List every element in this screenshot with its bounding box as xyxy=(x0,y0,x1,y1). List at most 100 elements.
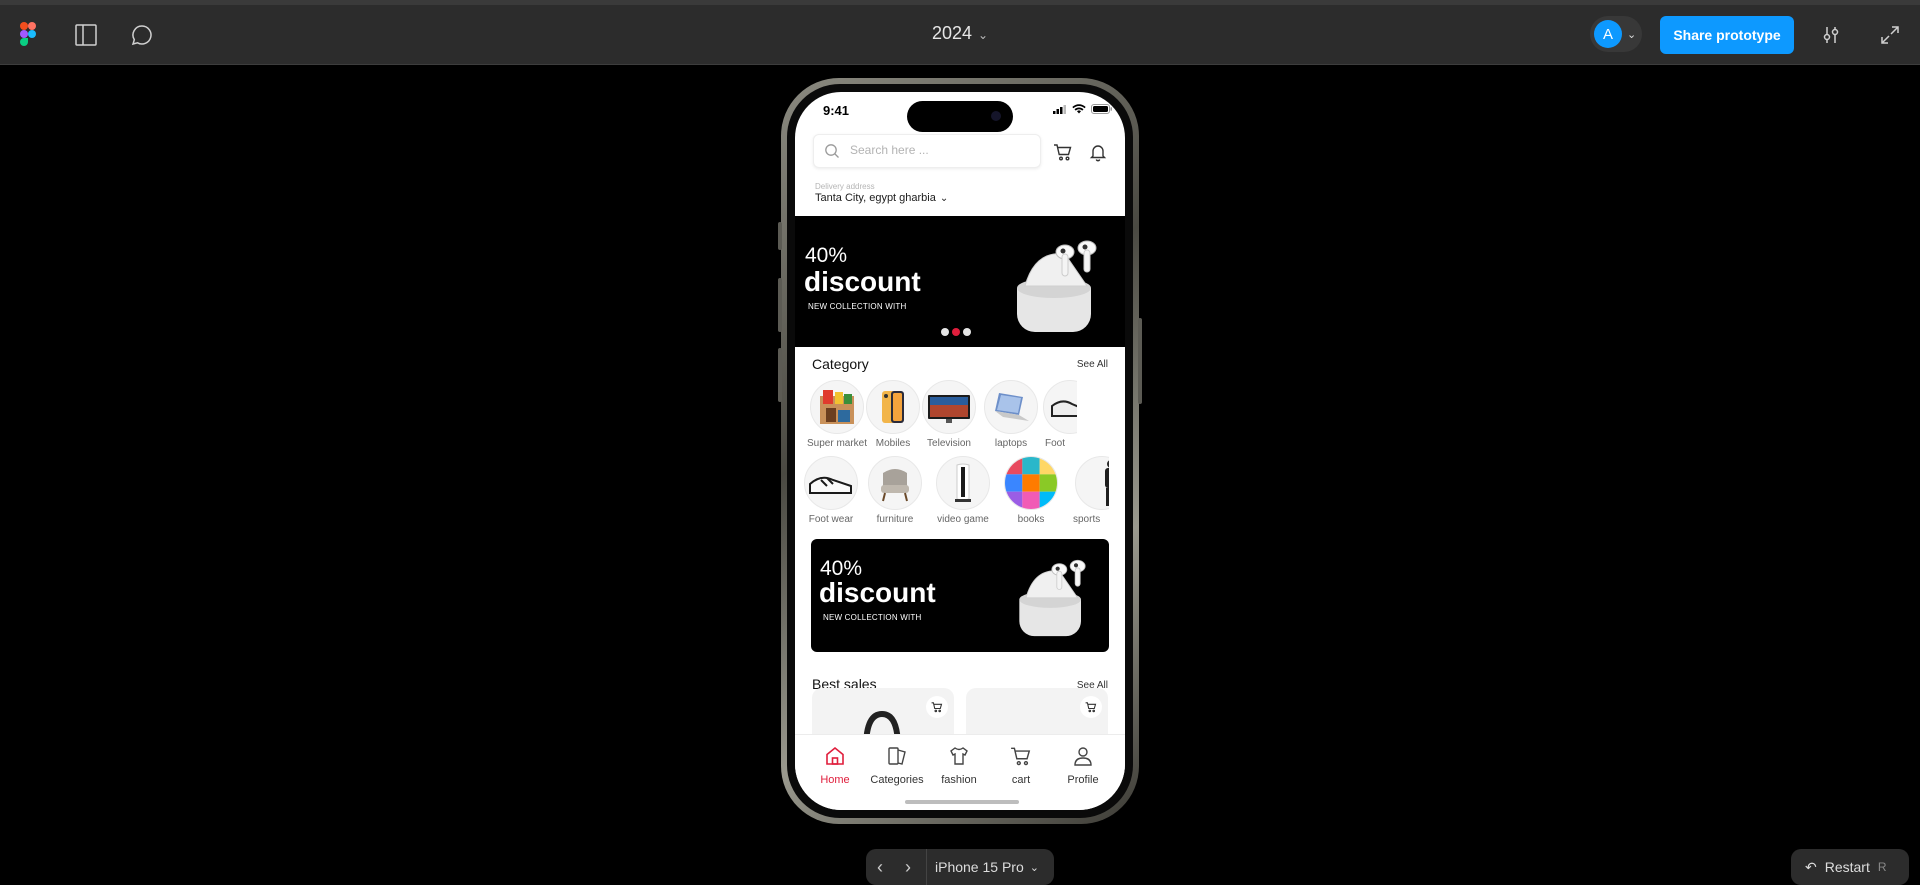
avatar[interactable]: A xyxy=(1594,20,1622,48)
figma-logo-icon[interactable] xyxy=(20,22,36,46)
chevron-down-icon[interactable]: ⌄ xyxy=(1627,28,1636,41)
category-label: Television xyxy=(927,438,971,449)
mobiles-image xyxy=(866,380,920,434)
category-label: Foot wear xyxy=(808,514,854,525)
bottom-tab-bar: Home Categories fashion cart Profile xyxy=(795,734,1125,810)
signal-icon xyxy=(1053,104,1066,114)
tab-label: Categories xyxy=(870,774,924,786)
promo-subtitle: NEW COLLECTION WITH xyxy=(823,613,922,622)
share-prototype-button[interactable]: Share prototype xyxy=(1660,16,1794,54)
user-icon xyxy=(1074,747,1092,766)
category-item-mobiles[interactable]: Mobiles xyxy=(862,380,924,449)
sidebar-toggle-icon[interactable] xyxy=(75,24,97,46)
settings-sliders-icon[interactable] xyxy=(1821,25,1841,45)
categories-icon xyxy=(888,747,906,765)
promo-banner[interactable]: 40% discount NEW COLLECTION WITH xyxy=(811,539,1109,652)
add-to-cart-button[interactable] xyxy=(1080,696,1102,718)
cart-icon[interactable] xyxy=(1053,142,1073,167)
category-item-sports[interactable]: sports xyxy=(1071,456,1109,525)
home-icon xyxy=(826,746,844,765)
category-label: Super market xyxy=(806,438,868,449)
status-icons xyxy=(1053,104,1113,114)
super-market-image xyxy=(810,380,864,434)
category-item-video-game[interactable]: video game xyxy=(932,456,994,525)
previous-frame-button[interactable]: ‹ xyxy=(866,857,894,878)
notification-bell-icon[interactable] xyxy=(1088,142,1108,167)
restart-button[interactable]: ↶ Restart R xyxy=(1791,849,1909,885)
phone-volume-up xyxy=(778,278,782,332)
category-item-television[interactable]: Television xyxy=(918,380,980,449)
status-time: 9:41 xyxy=(823,103,850,118)
carousel-dot-active[interactable] xyxy=(952,328,960,336)
tab-categories[interactable]: Categories xyxy=(866,745,928,786)
fullscreen-icon[interactable] xyxy=(1880,25,1900,45)
restart-icon: ↶ xyxy=(1805,858,1817,875)
carousel-dot[interactable] xyxy=(963,328,971,336)
next-frame-button[interactable]: › xyxy=(894,857,922,878)
furniture-image xyxy=(868,456,922,510)
user-menu[interactable]: A ⌄ xyxy=(1590,16,1642,52)
foot-image xyxy=(1043,380,1077,434)
sports-image xyxy=(1075,456,1109,510)
search-input[interactable] xyxy=(850,143,1030,157)
device-navigation: ‹ › iPhone 15 Pro ⌄ xyxy=(866,849,1054,885)
banner-headline: discount xyxy=(804,266,921,297)
category-title: Category xyxy=(812,356,869,372)
delivery-address-selector[interactable]: Tanta City, egypt gharbia ⌄ xyxy=(815,192,948,204)
tab-label: Profile xyxy=(1067,774,1099,786)
tab-home[interactable]: Home xyxy=(804,745,866,786)
category-label: laptops xyxy=(994,438,1028,449)
cart-icon xyxy=(1011,747,1031,766)
wifi-icon xyxy=(1072,104,1086,114)
category-label: furniture xyxy=(876,514,914,525)
foot-wear-image xyxy=(804,456,858,510)
tab-label: cart xyxy=(1011,774,1031,786)
status-bar: 9:41 xyxy=(795,92,1125,138)
category-label: sports xyxy=(1073,514,1101,525)
file-title-text[interactable]: 2024 xyxy=(932,23,972,43)
tab-cart[interactable]: cart xyxy=(990,745,1052,786)
category-label: Foot xyxy=(1045,438,1066,449)
category-item-foot-wear[interactable]: Foot wear xyxy=(800,456,862,525)
restart-label: Restart xyxy=(1824,859,1870,875)
category-label: books xyxy=(1017,514,1045,525)
comment-icon[interactable] xyxy=(131,24,153,46)
delivery-address-value: Tanta City, egypt gharbia xyxy=(815,192,936,204)
chevron-down-icon[interactable]: ⌄ xyxy=(1030,861,1039,874)
search-icon xyxy=(824,143,840,164)
category-item-books[interactable]: books xyxy=(1000,456,1062,525)
category-label: video game xyxy=(937,514,989,525)
television-image xyxy=(922,380,976,434)
restart-shortcut-key: R xyxy=(1877,860,1887,874)
tab-profile[interactable]: Profile xyxy=(1052,745,1114,786)
tab-label: fashion xyxy=(941,774,977,786)
cart-icon xyxy=(931,702,943,713)
category-item-laptops[interactable]: laptops xyxy=(980,380,1042,449)
divider xyxy=(926,849,927,885)
earbuds-image xyxy=(1001,547,1101,652)
banner-percent: 40% xyxy=(805,244,848,267)
promo-banner-carousel[interactable]: 40% discount NEW COLLECTION WITH xyxy=(795,216,1125,347)
phone-screen: 9:41 Search here ... Delivery address Ta… xyxy=(795,92,1125,810)
cart-icon xyxy=(1085,702,1097,713)
category-see-all-link[interactable]: See All xyxy=(1077,359,1108,370)
phone-volume-down xyxy=(778,348,782,402)
delivery-address-label: Delivery address xyxy=(815,182,875,191)
tab-fashion[interactable]: fashion xyxy=(928,745,990,786)
home-indicator xyxy=(905,800,1019,804)
category-item-furniture[interactable]: furniture xyxy=(864,456,926,525)
video-game-image xyxy=(936,456,990,510)
carousel-indicator xyxy=(941,328,971,336)
battery-icon xyxy=(1091,104,1112,114)
category-item-foot[interactable]: Foot xyxy=(1039,380,1077,449)
tab-label: Home xyxy=(820,774,850,786)
chevron-down-icon[interactable]: ⌄ xyxy=(978,28,988,42)
search-box[interactable] xyxy=(813,134,1041,168)
device-selector[interactable]: iPhone 15 Pro xyxy=(935,859,1024,875)
carousel-dot[interactable] xyxy=(941,328,949,336)
figma-toolbar: 2024 ⌄ A ⌄ Share prototype xyxy=(0,5,1920,65)
books-image xyxy=(1004,456,1058,510)
add-to-cart-button[interactable] xyxy=(926,696,948,718)
category-item-super-market[interactable]: Super market xyxy=(806,380,868,449)
phone-power-button xyxy=(1138,318,1142,404)
